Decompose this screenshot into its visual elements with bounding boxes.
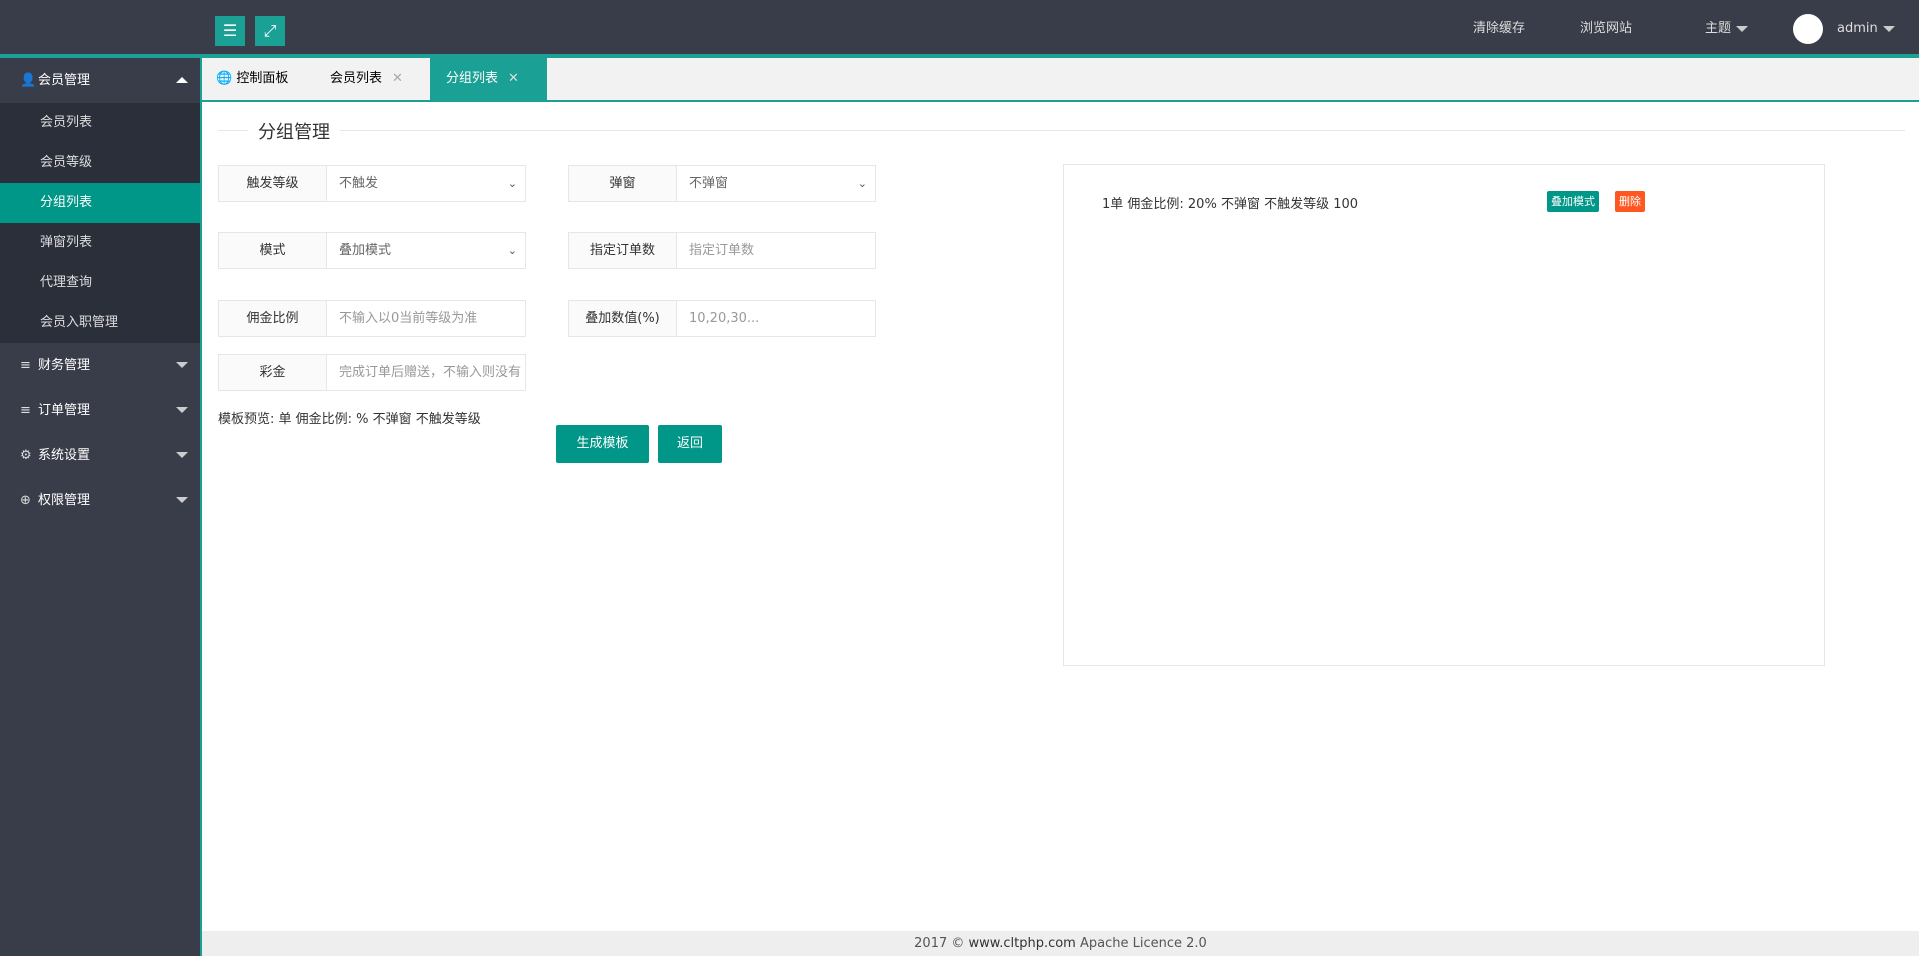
commission-input[interactable]: 不输入以0当前等级为准 bbox=[327, 301, 525, 336]
stack-value-input[interactable]: 10,20,30... bbox=[677, 301, 875, 336]
sidebar-item-onboarding[interactable]: 会员入职管理 bbox=[0, 303, 200, 343]
tab-dashboard[interactable]: 🌐 控制面板 bbox=[202, 58, 314, 100]
sidebar-group-permissions[interactable]: ⊕ 权限管理 bbox=[0, 478, 200, 523]
field-label: 彩金 bbox=[219, 355, 327, 390]
clear-cache-link[interactable]: 清除缓存 bbox=[1473, 0, 1525, 58]
trigger-level-select[interactable]: 不触发 ⌄ bbox=[327, 166, 525, 201]
title-divider bbox=[218, 130, 1905, 131]
field-label: 触发等级 bbox=[219, 166, 327, 201]
tab-member-list[interactable]: 会员列表 ✕ bbox=[314, 58, 430, 100]
sidebar-item-popup-list[interactable]: 弹窗列表 bbox=[0, 223, 200, 263]
sidebar-item-member-level[interactable]: 会员等级 bbox=[0, 143, 200, 183]
avatar[interactable] bbox=[1793, 14, 1823, 44]
page-title: 分组管理 bbox=[248, 118, 340, 144]
globe-icon: 🌐 bbox=[216, 71, 237, 86]
popup-field: 弹窗 不弹窗 ⌄ bbox=[568, 165, 876, 202]
tab-label: 控制面板 bbox=[236, 71, 289, 86]
caret-down-icon bbox=[1882, 25, 1895, 32]
sidebar-item-agent-query[interactable]: 代理查询 bbox=[0, 263, 200, 303]
close-icon[interactable]: ✕ bbox=[508, 71, 519, 86]
footer: 2017 © www.cltphp.com Apache Licence 2.0 bbox=[200, 931, 1919, 956]
tab-label: 会员列表 bbox=[330, 71, 383, 86]
field-label: 佣金比例 bbox=[219, 301, 327, 336]
tab-label: 分组列表 bbox=[446, 71, 499, 86]
browse-site-link[interactable]: 浏览网站 bbox=[1580, 0, 1632, 58]
field-label: 指定订单数 bbox=[569, 233, 677, 268]
chevron-down-icon: ⌄ bbox=[507, 244, 517, 257]
field-label: 叠加数值(%) bbox=[569, 301, 677, 336]
sidebar-group-label: 权限管理 bbox=[38, 493, 91, 508]
user-menu[interactable]: admin bbox=[1837, 0, 1895, 58]
field-label: 弹窗 bbox=[569, 166, 677, 201]
sidebar-group-finance[interactable]: ≡ 财务管理 bbox=[0, 343, 200, 388]
sidebar-item-group-list[interactable]: 分组列表 bbox=[0, 183, 200, 223]
sidebar-item-member-list[interactable]: 会员列表 bbox=[0, 103, 200, 143]
sidebar-group-label: 订单管理 bbox=[38, 403, 91, 418]
popup-select[interactable]: 不弹窗 ⌄ bbox=[677, 166, 875, 201]
list-icon: ☰ bbox=[222, 21, 238, 40]
select-value: 不弹窗 bbox=[689, 176, 729, 191]
list-item-text: 1单 佣金比例: 20% 不弹窗 不触发等级 100 bbox=[1102, 197, 1359, 212]
close-icon[interactable]: ✕ bbox=[392, 71, 403, 86]
caret-down-icon bbox=[176, 497, 188, 503]
database-icon: ≡ bbox=[20, 403, 31, 418]
user-icon: 👤 bbox=[20, 73, 37, 88]
bonus-input[interactable]: 完成订单后赠送，不输入则没有 bbox=[327, 355, 525, 390]
footer-site-link[interactable]: www.cltphp.com bbox=[969, 936, 1076, 951]
template-preview: 模板预览: 单 佣金比例: % 不弹窗 不触发等级 bbox=[218, 412, 481, 427]
theme-label: 主题 bbox=[1705, 21, 1732, 36]
user-name: admin bbox=[1837, 21, 1878, 36]
sidebar-group-label: 系统设置 bbox=[38, 448, 91, 463]
commission-field: 佣金比例 不输入以0当前等级为准 bbox=[218, 300, 526, 337]
theme-menu[interactable]: 主题 bbox=[1705, 0, 1749, 58]
caret-up-icon bbox=[176, 77, 188, 83]
caret-down-icon bbox=[1736, 25, 1749, 32]
trigger-level-field: 触发等级 不触发 ⌄ bbox=[218, 165, 526, 202]
mode-select[interactable]: 叠加模式 ⌄ bbox=[327, 233, 525, 268]
delete-button[interactable]: 删除 bbox=[1615, 191, 1645, 212]
caret-down-icon bbox=[176, 362, 188, 368]
template-list-panel: 1单 佣金比例: 20% 不弹窗 不触发等级 100 叠加模式 删除 bbox=[1063, 164, 1825, 666]
field-label: 模式 bbox=[219, 233, 327, 268]
select-value: 叠加模式 bbox=[339, 243, 392, 258]
sidebar-group-settings[interactable]: ⚙ 系统设置 bbox=[0, 433, 200, 478]
back-button[interactable]: 返回 bbox=[658, 425, 722, 463]
generate-template-button[interactable]: 生成模板 bbox=[556, 425, 649, 463]
sidebar: 👤 会员管理 会员列表 会员等级 分组列表 弹窗列表 代理查询 会员入职管理 ≡ 财… bbox=[0, 58, 200, 956]
fullscreen-button[interactable]: ⤢ bbox=[255, 16, 285, 46]
caret-down-icon bbox=[176, 407, 188, 413]
stack-value-field: 叠加数值(%) 10,20,30... bbox=[568, 300, 876, 337]
mode-badge: 叠加模式 bbox=[1547, 191, 1599, 212]
database-icon: ≡ bbox=[20, 358, 31, 373]
tab-bar: 🌐 控制面板 会员列表 ✕ 分组列表 ✕ bbox=[202, 58, 1919, 102]
sidebar-group-label: 财务管理 bbox=[38, 358, 91, 373]
expand-icon: ⤢ bbox=[263, 21, 277, 40]
order-count-field: 指定订单数 指定订单数 bbox=[568, 232, 876, 269]
sidebar-group-member[interactable]: 👤 会员管理 bbox=[0, 58, 200, 103]
caret-down-icon bbox=[176, 452, 188, 458]
footer-year: 2017 © bbox=[914, 936, 965, 951]
sidebar-group-orders[interactable]: ≡ 订单管理 bbox=[0, 388, 200, 433]
select-value: 不触发 bbox=[339, 176, 379, 191]
mode-field: 模式 叠加模式 ⌄ bbox=[218, 232, 526, 269]
globe-icon: ⊕ bbox=[20, 493, 31, 508]
chevron-down-icon: ⌄ bbox=[857, 177, 867, 190]
gear-icon: ⚙ bbox=[20, 448, 32, 463]
main-content: 🌐 控制面板 会员列表 ✕ 分组列表 ✕ 分组管理 触发等级 不触发 ⌄ 弹窗 不弹窗… bbox=[200, 58, 1919, 931]
tab-group-list[interactable]: 分组列表 ✕ bbox=[430, 58, 547, 100]
sidebar-group-label: 会员管理 bbox=[38, 73, 91, 88]
bonus-field: 彩金 完成订单后赠送，不输入则没有 bbox=[218, 354, 526, 391]
footer-licence: Apache Licence 2.0 bbox=[1080, 936, 1207, 951]
menu-toggle-button[interactable]: ☰ bbox=[215, 16, 245, 46]
order-count-input[interactable]: 指定订单数 bbox=[677, 233, 875, 268]
top-bar: ☰ ⤢ 清除缓存 浏览网站 主题 admin bbox=[0, 0, 1919, 58]
chevron-down-icon: ⌄ bbox=[507, 177, 517, 190]
